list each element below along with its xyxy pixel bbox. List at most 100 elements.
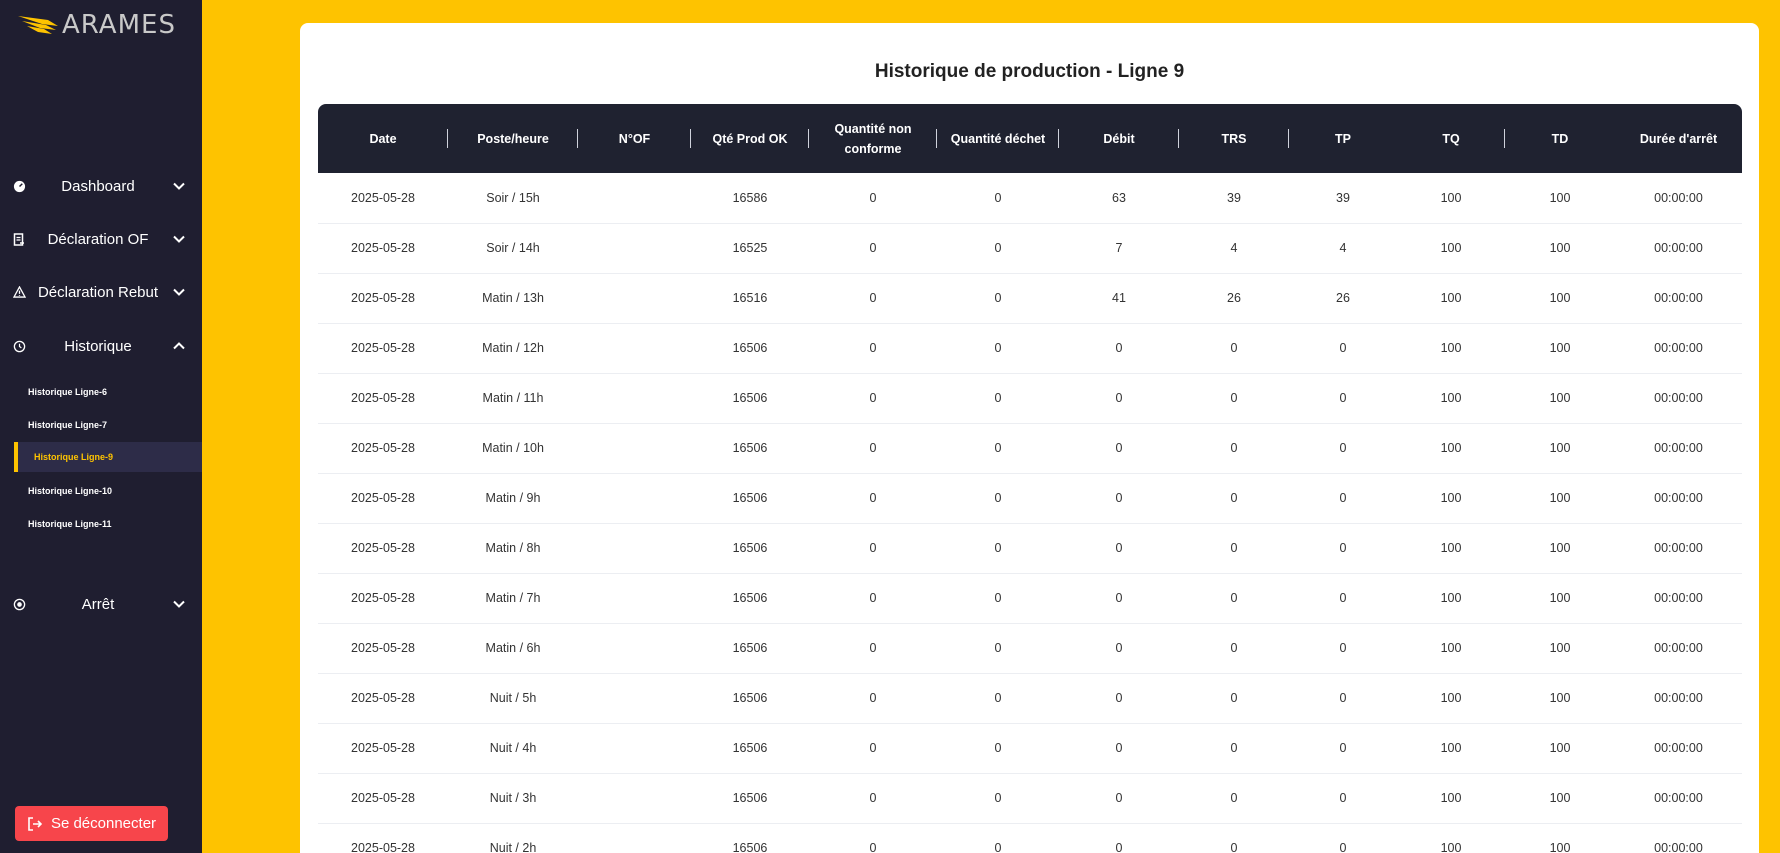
column-header[interactable]: Poste/heure (448, 104, 578, 173)
column-header[interactable]: N°OF (578, 104, 691, 173)
table-cell: Matin / 12h (448, 323, 578, 374)
table-row: 2025-05-28 Nuit / 5h 16506 0 0 0 0 0 100 100 00:00… (318, 673, 1742, 724)
table-cell (578, 523, 691, 574)
table-cell: 0 (1059, 673, 1179, 724)
table-cell: 100 (1397, 273, 1505, 324)
table-cell: 100 (1505, 523, 1615, 574)
table-cell (578, 773, 691, 824)
table-cell: 16506 (691, 423, 809, 474)
logo[interactable]: ARAMES (18, 10, 176, 40)
table-cell: Soir / 15h (448, 173, 578, 224)
table-cell: 0 (1059, 473, 1179, 524)
column-header[interactable]: TD (1505, 104, 1615, 173)
table-cell: 100 (1505, 573, 1615, 624)
table-cell: 0 (1179, 773, 1289, 824)
logout-label: Se déconnecter (50, 815, 157, 832)
table-cell: 0 (1289, 323, 1397, 374)
table-cell: 0 (937, 773, 1059, 824)
column-header[interactable]: TQ (1397, 104, 1505, 173)
table-cell: 0 (937, 173, 1059, 224)
column-header[interactable]: Débit (1059, 104, 1179, 173)
table-cell: 0 (1289, 673, 1397, 724)
column-header[interactable]: Date (318, 104, 448, 173)
table-cell: Matin / 8h (448, 523, 578, 574)
table-cell (578, 423, 691, 474)
nav-dashboard[interactable]: Dashboard (0, 171, 202, 201)
nav-label: Dashboard (61, 177, 135, 195)
table-cell: 0 (1179, 473, 1289, 524)
table-cell: 100 (1397, 823, 1505, 853)
table-cell: 0 (937, 273, 1059, 324)
table-cell: 100 (1397, 673, 1505, 724)
table-cell: 0 (809, 773, 937, 824)
sidebar-item-historique-ligne-6[interactable]: Historique Ligne-6 (14, 377, 202, 407)
sidebar-item-historique-ligne-11[interactable]: Historique Ligne-11 (14, 509, 202, 539)
column-header[interactable]: Quantité déchet (937, 104, 1059, 173)
table-cell: 100 (1505, 723, 1615, 774)
table-cell: 100 (1397, 573, 1505, 624)
table-cell: 0 (1059, 823, 1179, 853)
table-cell: 0 (937, 623, 1059, 674)
table-cell: 41 (1059, 273, 1179, 324)
table-cell: 100 (1505, 273, 1615, 324)
table-cell: 16506 (691, 573, 809, 624)
table-cell: 2025-05-28 (318, 573, 448, 624)
table-row: 2025-05-28 Matin / 8h 16506 0 0 0 0 0 100 100 00:0… (318, 523, 1742, 574)
table-cell: 00:00:00 (1615, 573, 1742, 624)
table-cell: 100 (1505, 823, 1615, 853)
table-cell: 0 (1179, 373, 1289, 424)
table-row: 2025-05-28 Matin / 11h 16506 0 0 0 0 0 100 100 00:… (318, 373, 1742, 424)
table-cell: Matin / 11h (448, 373, 578, 424)
table-cell: 0 (809, 723, 937, 774)
table-cell: 2025-05-28 (318, 273, 448, 324)
table-cell: Matin / 10h (448, 423, 578, 474)
nav-historique[interactable]: Historique (0, 331, 202, 361)
table-cell (578, 373, 691, 424)
table-cell: 00:00:00 (1615, 773, 1742, 824)
table-cell: 100 (1397, 173, 1505, 224)
sidebar-item-historique-ligne-10[interactable]: Historique Ligne-10 (14, 476, 202, 506)
table-cell: 16506 (691, 673, 809, 724)
chevron-down-icon (173, 235, 185, 243)
table-cell: 00:00:00 (1615, 623, 1742, 674)
logo-text: ARAMES (62, 10, 176, 40)
table-cell: 100 (1397, 623, 1505, 674)
table-cell: 0 (809, 223, 937, 274)
column-header[interactable]: Quantité non conforme (809, 104, 937, 173)
table-cell: 00:00:00 (1615, 423, 1742, 474)
table-cell: 0 (1179, 673, 1289, 724)
column-header[interactable]: TRS (1179, 104, 1289, 173)
column-header[interactable]: Qté Prod OK (691, 104, 809, 173)
table-cell: 16586 (691, 173, 809, 224)
table-cell: 0 (1289, 573, 1397, 624)
table-cell: 00:00:00 (1615, 173, 1742, 224)
column-header[interactable]: TP (1289, 104, 1397, 173)
table-cell: 100 (1397, 223, 1505, 274)
table-cell: 16506 (691, 723, 809, 774)
sidebar-item-historique-ligne-7[interactable]: Historique Ligne-7 (14, 410, 202, 440)
table-cell: 2025-05-28 (318, 623, 448, 674)
logout-button[interactable]: Se déconnecter (15, 806, 168, 841)
table-cell: 0 (1289, 773, 1397, 824)
table-cell: 2025-05-28 (318, 423, 448, 474)
table-cell: 0 (809, 523, 937, 574)
table-cell: 00:00:00 (1615, 273, 1742, 324)
column-header[interactable]: Durée d'arrêt (1615, 104, 1742, 173)
nav-arret[interactable]: Arrêt (0, 589, 202, 619)
table-cell: 0 (1289, 823, 1397, 853)
table-cell: 100 (1505, 773, 1615, 824)
table-cell: Matin / 13h (448, 273, 578, 324)
sidebar-item-historique-ligne-9[interactable]: Historique Ligne-9 (14, 442, 202, 472)
table-cell: 39 (1179, 173, 1289, 224)
table-cell: 00:00:00 (1615, 523, 1742, 574)
table-cell: 0 (937, 523, 1059, 574)
table-cell: 26 (1179, 273, 1289, 324)
table-cell (578, 573, 691, 624)
table-cell: 4 (1179, 223, 1289, 274)
table-cell: Soir / 14h (448, 223, 578, 274)
nav-declaration-of[interactable]: Déclaration OF (0, 224, 202, 254)
table-cell: 2025-05-28 (318, 723, 448, 774)
table-cell: Nuit / 4h (448, 723, 578, 774)
table-cell: 100 (1397, 723, 1505, 774)
nav-declaration-rebut[interactable]: Déclaration Rebut (0, 277, 202, 307)
